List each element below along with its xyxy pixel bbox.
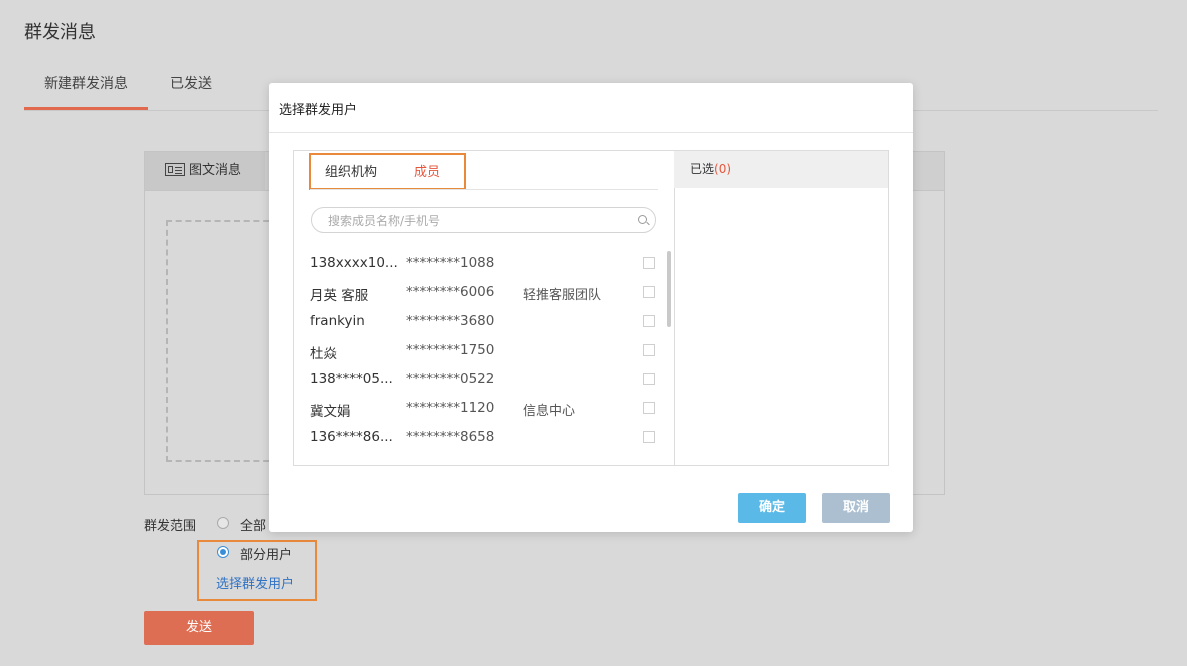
news-icon	[165, 163, 185, 176]
page-title: 群发消息	[24, 22, 96, 43]
member-phone: ********0522	[406, 371, 495, 387]
tabs-divider	[310, 189, 658, 190]
member-name: 138****05...	[310, 371, 393, 387]
send-button[interactable]: 发送	[144, 611, 254, 645]
member-checkbox[interactable]	[643, 344, 655, 356]
member-checkbox[interactable]	[643, 257, 655, 269]
selected-pane: 已选(0)	[674, 151, 888, 465]
member-name: frankyin	[310, 313, 365, 329]
member-dept: 轻推客服团队	[523, 288, 602, 303]
highlight-box-tabs	[309, 153, 466, 190]
member-checkbox[interactable]	[643, 431, 655, 443]
dialog-divider	[269, 132, 913, 133]
member-phone: ********8658	[406, 429, 495, 445]
member-phone: ********1088	[406, 255, 495, 271]
member-list: 138xxxx10... ********1088 月英 客服 ********…	[294, 251, 664, 454]
member-row[interactable]: 138****05... ********0522	[294, 367, 664, 396]
editor-tab-label: 图文消息	[189, 163, 242, 178]
member-list-pane: 组织机构 成员 138xxxx10... ********1088 月英 客服 …	[294, 151, 675, 465]
member-row[interactable]: 136****86... ********8658	[294, 425, 664, 454]
member-checkbox[interactable]	[643, 373, 655, 385]
member-row[interactable]: frankyin ********3680	[294, 309, 664, 338]
tab-sent[interactable]: 已发送	[170, 62, 212, 110]
radio-all-users[interactable]	[217, 517, 229, 529]
selected-label: 已选	[690, 162, 715, 176]
member-phone: ********3680	[406, 313, 495, 329]
cancel-button[interactable]: 取消	[822, 493, 890, 523]
member-name: 136****86...	[310, 429, 393, 445]
dialog-title: 选择群发用户	[279, 103, 358, 118]
member-phone: ********6006	[406, 284, 495, 300]
member-list-scrollbar[interactable]	[667, 251, 671, 327]
member-name: 月英 客服	[310, 288, 369, 304]
member-checkbox[interactable]	[643, 402, 655, 414]
range-label: 群发范围	[144, 519, 197, 534]
select-users-link[interactable]: 选择群发用户	[216, 573, 294, 592]
member-name: 138xxxx10...	[310, 255, 398, 271]
member-phone: ********1750	[406, 342, 495, 358]
radio-all-label[interactable]: 全部	[240, 515, 266, 534]
member-dept: 信息中心	[523, 404, 576, 419]
member-phone: ********1120	[406, 400, 495, 416]
selection-panel: 组织机构 成员 138xxxx10... ********1088 月英 客服 …	[293, 150, 889, 466]
selected-count: (0)	[714, 162, 732, 176]
confirm-button[interactable]: 确定	[738, 493, 806, 523]
member-checkbox[interactable]	[643, 286, 655, 298]
search-icon[interactable]	[638, 215, 647, 224]
member-row[interactable]: 冀文娟 ********1120 信息中心	[294, 396, 664, 425]
tab-new-broadcast[interactable]: 新建群发消息	[24, 62, 148, 110]
member-search	[311, 207, 656, 233]
selected-header: 已选(0)	[674, 151, 888, 188]
member-checkbox[interactable]	[643, 315, 655, 327]
member-row[interactable]: 杜焱 ********1750	[294, 338, 664, 367]
select-users-dialog: 选择群发用户 组织机构 成员 138xxxx10... ********1088…	[269, 83, 913, 532]
member-search-input[interactable]	[326, 212, 630, 230]
member-name: 冀文娟	[310, 404, 351, 420]
member-row[interactable]: 138xxxx10... ********1088	[294, 251, 664, 280]
tab-rich-message[interactable]: 图文消息	[145, 152, 265, 190]
member-name: 杜焱	[310, 346, 337, 362]
member-row[interactable]: 月英 客服 ********6006 轻推客服团队	[294, 280, 664, 309]
